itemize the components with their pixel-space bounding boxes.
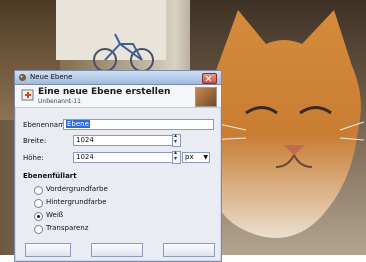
chevron-down-icon: ▼ bbox=[203, 154, 208, 161]
height-value: 1024 bbox=[76, 153, 94, 161]
width-field[interactable]: 1024 bbox=[73, 135, 174, 146]
layer-thumbnail bbox=[195, 87, 217, 107]
layer-name-field[interactable]: Ebene bbox=[63, 119, 214, 130]
header-title: Eine neue Ebene erstellen bbox=[38, 87, 171, 97]
height-label: Höhe: bbox=[23, 154, 44, 162]
cat-photo bbox=[203, 10, 365, 238]
width-spinner[interactable] bbox=[172, 132, 181, 147]
fill-transparency-label: Transparenz bbox=[46, 224, 89, 232]
width-label: Breite: bbox=[23, 137, 47, 145]
layer-name-value: Ebene bbox=[66, 120, 90, 128]
width-value: 1024 bbox=[76, 136, 94, 144]
fill-foreground-label: Vordergrundfarbe bbox=[46, 185, 108, 193]
unit-select[interactable]: px ▼ bbox=[182, 152, 210, 163]
fill-background-label: Hintergrundfarbe bbox=[46, 198, 107, 206]
height-field[interactable]: 1024 bbox=[73, 152, 174, 163]
close-button[interactable] bbox=[202, 73, 217, 84]
dialog-titlebar: Neue Ebene bbox=[15, 71, 221, 85]
new-layer-icon bbox=[21, 89, 34, 101]
new-layer-dialog: Neue Ebene Eine neue Ebene erstellen Unb… bbox=[14, 70, 222, 262]
fill-white-label: Weiß bbox=[46, 211, 64, 219]
fill-transparency-radio[interactable] bbox=[34, 225, 43, 234]
dialog-header: Eine neue Ebene erstellen Unbenannt-11 bbox=[15, 85, 221, 108]
window-title: Neue Ebene bbox=[30, 73, 73, 81]
unit-value: px bbox=[185, 153, 194, 161]
fill-white-radio[interactable] bbox=[34, 212, 43, 221]
fill-background-radio[interactable] bbox=[34, 199, 43, 208]
height-spinner[interactable] bbox=[172, 149, 181, 164]
fill-type-title: Ebenenfüllart bbox=[23, 172, 77, 180]
header-subtitle: Unbenannt-11 bbox=[38, 98, 81, 105]
gimp-icon bbox=[18, 73, 27, 82]
fill-foreground-radio[interactable] bbox=[34, 186, 43, 195]
